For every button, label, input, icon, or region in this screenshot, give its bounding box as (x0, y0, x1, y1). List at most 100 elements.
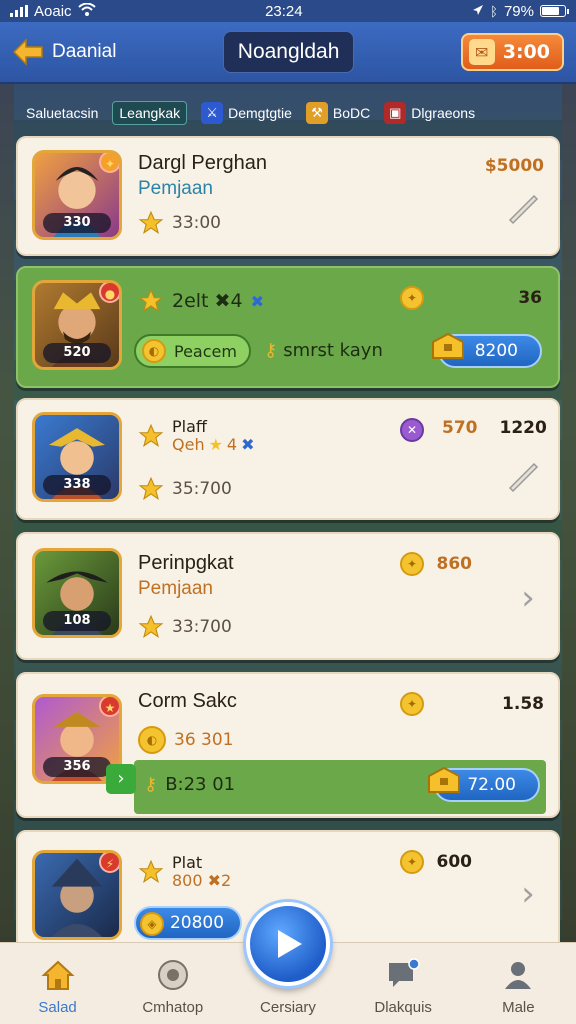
nav-label: Cmhatop (142, 999, 204, 1016)
star-icon (138, 614, 164, 639)
filter-label: Dlgraeons (411, 105, 476, 121)
hero-rating: 33:00 (172, 213, 221, 233)
clock: 23:24 (265, 2, 303, 20)
chest-icon: ▣ (384, 102, 407, 124)
sword-icon: ⚔ (201, 102, 224, 124)
edit-icon[interactable] (502, 188, 542, 228)
coin-icon: ◐ (138, 726, 166, 754)
hero-name: Dargl Perghan (138, 152, 267, 174)
signal-icon (10, 5, 28, 17)
purple-gem-icon: ✕ (400, 418, 424, 442)
hero-subtext: Qeh (172, 435, 205, 454)
hero-name: Corm Sakc (138, 690, 237, 712)
trophy-icon: ⚒ (305, 102, 328, 124)
hero-card-5[interactable]: ★ 356 Corm Sakc ◐ 36 301 ✦ 1.58 ⚷ B:23 0… (16, 672, 560, 818)
hero-rating: 33:700 (172, 617, 232, 637)
top-value: 36 (518, 288, 542, 308)
hero-name: Plat (172, 853, 203, 872)
hero-rating: 35:700 (172, 479, 232, 499)
filter-tab-1[interactable]: Leangkak (112, 101, 188, 125)
hero-role: Pemjaan (138, 578, 213, 599)
hero-card-3[interactable]: 338 Plaff Qeh ★ 4 ✖ 35:700 ✕ 570 1220 (16, 398, 560, 520)
battery-icon (539, 5, 569, 17)
nav-profile[interactable]: Male (468, 957, 568, 1016)
wifi-icon (77, 2, 96, 20)
profile-icon (505, 962, 532, 989)
avatar-level: 356 (43, 757, 111, 777)
hero-subtext: 800 ✖2 (172, 871, 232, 890)
hero-subtext: B:23 01 (165, 774, 236, 795)
coin-icon: ◐ (142, 339, 166, 363)
old-price: 570 (442, 418, 478, 438)
top-value: 600 (436, 852, 473, 872)
nav-home[interactable]: Salad (8, 957, 108, 1016)
hero-price: $5000 (484, 156, 544, 176)
nav-target[interactable]: Cmhatop (123, 957, 223, 1016)
star-icon (138, 210, 164, 235)
avatar: 108 (32, 548, 122, 638)
back-button[interactable]: Daanial (12, 38, 116, 66)
filter-tab-0[interactable]: Saluetacsin (26, 105, 98, 121)
filter-tab-3[interactable]: ⚒ BoDC (305, 102, 370, 124)
avatar: ● 520 (32, 280, 122, 370)
rank-badge-icon: ⚡ (99, 853, 119, 873)
hero-name: 2elt ✖4 (172, 290, 243, 312)
buy-price: 72.00 (467, 775, 516, 795)
hero-subvalue: 4 (226, 435, 238, 454)
coin-icon: ✦ (400, 692, 424, 716)
back-label: Daanial (52, 41, 117, 62)
hero-card-1[interactable]: ✦ 330 Dargl Perghan Pemjaan 33:00 $5000 (16, 136, 560, 256)
rank-badge-icon: ● (99, 283, 119, 303)
filter-label: Leangkak (119, 105, 181, 121)
hero-name: Perinpgkat (138, 552, 234, 574)
avatar-level: 338 (43, 475, 111, 495)
rank-badge-icon: ★ (99, 697, 119, 717)
filter-label: Saluetacsin (26, 105, 99, 121)
coin-icon: ✦ (400, 850, 424, 874)
hero-price: 1220 (499, 418, 547, 438)
chevron-right-icon[interactable]: › (514, 874, 542, 914)
avatar-level: 108 (43, 611, 111, 631)
hero-role: Pemjaan (138, 178, 213, 199)
hero-price: 860 (436, 554, 473, 574)
hero-card-4[interactable]: 108 Perinpgkat Pemjaan 33:700 ✦ 860 › (16, 532, 560, 660)
currency-button[interactable]: ✉ 3:00 (460, 33, 564, 71)
nav-chat[interactable]: Dlakquis (353, 957, 453, 1016)
buy-price: 8200 (474, 341, 518, 361)
avatar-level: 330 (43, 213, 111, 233)
hero-card-2[interactable]: ● 520 2elt ✖4 ✖ ✦ 36 ◐ Peacem ⚷ smrst ka… (16, 266, 560, 388)
avatar: ✦ 330 (32, 150, 122, 240)
avatar: 338 (32, 412, 122, 502)
avatar-level: 520 (43, 343, 111, 363)
carrier-name: Aoaic (34, 2, 72, 20)
home-icon (41, 960, 75, 990)
star-icon (138, 423, 164, 448)
chat-icon (389, 958, 420, 987)
coin-icon: ✦ (400, 552, 424, 576)
back-arrow-icon (12, 38, 44, 66)
filter-tab-4[interactable]: ▣ Dlgraeons (384, 102, 475, 124)
avatar: ⚡ (32, 850, 122, 940)
buy-price: 20800 (169, 913, 225, 933)
hero-rating: 36 301 (174, 730, 234, 750)
location-icon (472, 3, 484, 20)
filter-tab-2[interactable]: ⚔ Demgtgtie (201, 102, 292, 124)
crossed-swords-icon: ✖ (241, 435, 255, 454)
nav-label: Cersiary (260, 999, 316, 1016)
envelope-icon: ✉ (468, 39, 495, 65)
small-star-icon: ★ (208, 435, 223, 454)
hero-name: Plaff (172, 417, 207, 436)
chevron-right-icon[interactable]: › (514, 578, 542, 618)
next-arrow-icon[interactable]: › (106, 764, 136, 794)
gold-chest-icon (428, 766, 460, 793)
star-icon (138, 476, 164, 501)
bluetooth-icon: ᛒ (490, 3, 498, 19)
peacem-button[interactable]: ◐ Peacem (134, 334, 251, 368)
gold-chest-icon (432, 332, 464, 359)
rank-badge-icon: ✦ (99, 153, 119, 173)
edit-icon[interactable] (502, 456, 542, 496)
play-button[interactable] (246, 902, 330, 986)
key-icon: ⚷ (264, 340, 278, 361)
nav-label: Male (502, 999, 535, 1016)
key-icon: ⚷ (144, 774, 158, 795)
